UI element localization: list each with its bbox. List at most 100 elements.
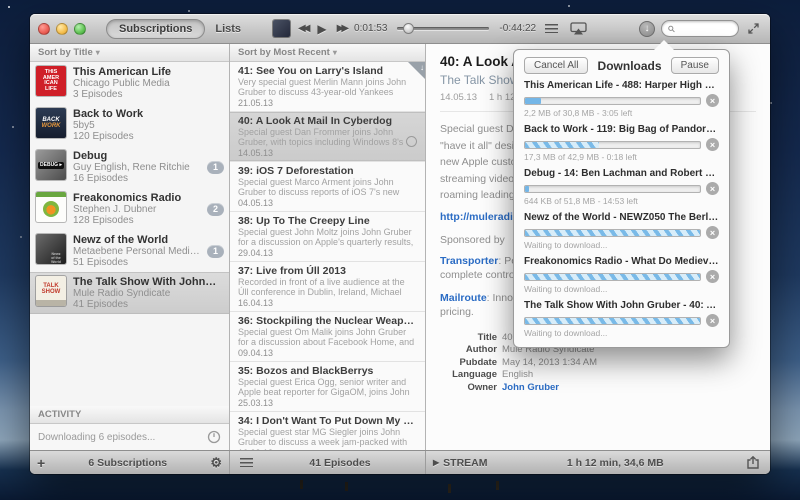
downloads-popover: Cancel All Downloads Pause This American… bbox=[513, 49, 730, 348]
now-playing-artwork bbox=[273, 20, 290, 37]
episode-title: 39: iOS 7 Deforestation bbox=[238, 165, 415, 178]
unplayed-count-badge: 1 bbox=[207, 161, 224, 174]
episode-row[interactable]: 39: iOS 7 Deforestation Special guest Ma… bbox=[230, 162, 425, 212]
sponsor-link[interactable]: Transporter bbox=[440, 255, 498, 267]
podcast-row[interactable]: BACKWORK Back to Work 5by5 120 Episodes bbox=[30, 104, 229, 146]
tab-lists[interactable]: Lists bbox=[205, 20, 251, 38]
fullscreen-button[interactable] bbox=[745, 23, 762, 34]
podcast-title: This American Life bbox=[73, 66, 224, 78]
stream-play-icon: ▶ bbox=[433, 458, 439, 467]
podcast-row[interactable]: Newzof theWorld Newz of the World Metaeb… bbox=[30, 230, 229, 272]
podcast-row[interactable]: THISAMERICANLIFE This American Life Chic… bbox=[30, 62, 229, 104]
podcast-author: 5by5 bbox=[73, 120, 224, 131]
episode-description: Special guest Om Malik joins John Gruber… bbox=[238, 328, 415, 347]
pause-button[interactable]: Pause bbox=[671, 57, 719, 74]
search-field[interactable] bbox=[661, 20, 739, 37]
episode-row[interactable]: 38: Up To The Creepy Line Special guest … bbox=[230, 212, 425, 262]
minimize-window-button[interactable] bbox=[56, 23, 68, 35]
episode-title: 40: A Look At Mail In Cyberdog bbox=[238, 115, 415, 128]
episode-date: 14.05.13 bbox=[238, 148, 415, 159]
downloads-popover-button[interactable]: ↓ bbox=[639, 21, 655, 37]
podcast-row[interactable]: Freakonomics Radio Stephen J. Dubner 128… bbox=[30, 188, 229, 230]
cancel-download-button[interactable]: × bbox=[706, 182, 719, 195]
download-progress-fill bbox=[525, 230, 700, 236]
episode-row[interactable]: 37: Live from Úll 2013 Recorded in front… bbox=[230, 262, 425, 312]
podcast-artwork: BACKWORK bbox=[36, 108, 66, 138]
episode-row[interactable]: 35: Bozos and BlackBerrys Special guest … bbox=[230, 362, 425, 412]
cancel-download-button[interactable]: × bbox=[706, 138, 719, 151]
unplayed-count-badge: 2 bbox=[207, 203, 224, 216]
episode-view-button[interactable] bbox=[237, 458, 256, 467]
sponsor-link[interactable]: Mailroute bbox=[440, 292, 487, 304]
tab-subscriptions[interactable]: Subscriptions bbox=[106, 19, 205, 39]
cancel-download-button[interactable]: × bbox=[706, 270, 719, 283]
episode-title: 38: Up To The Creepy Line bbox=[238, 215, 415, 228]
episode-description: Recorded in front of a live audience at … bbox=[238, 278, 415, 297]
episode-description: Special guest star MG Siegler joins John… bbox=[238, 428, 415, 447]
podcast-row[interactable]: DEBUG ▸ Debug Guy English, Rene Ritchie … bbox=[30, 146, 229, 188]
search-input[interactable] bbox=[678, 23, 732, 34]
episode-row[interactable]: ↓ 41: See You on Larry's Island Very spe… bbox=[230, 62, 425, 112]
wallpaper-stars bbox=[8, 6, 10, 8]
episode-title: 37: Live from Úll 2013 bbox=[238, 265, 415, 278]
stream-button[interactable]: ▶ STREAM bbox=[433, 457, 488, 469]
episode-title: 35: Bozos and BlackBerrys bbox=[238, 365, 415, 378]
metadata-label: Title bbox=[440, 332, 502, 345]
download-progress-fill bbox=[525, 318, 700, 324]
stream-label: STREAM bbox=[443, 457, 487, 469]
cancel-download-button[interactable]: × bbox=[706, 94, 719, 107]
episode-row[interactable]: 40: A Look At Mail In Cyberdog Special g… bbox=[230, 112, 425, 162]
episode-row[interactable]: 34: I Don't Want To Put Down My Drink Sp… bbox=[230, 412, 425, 450]
download-title: Back to Work - 119: Big Bag of Pandora's… bbox=[524, 124, 719, 136]
sidebar-sort-header[interactable]: Sort by Title ▾ bbox=[30, 44, 229, 62]
downloads-list: This American Life - 488: Harper High Sc… bbox=[524, 80, 719, 338]
playlist-button[interactable] bbox=[542, 24, 561, 33]
episode-title: 41: See You on Larry's Island bbox=[238, 65, 415, 78]
airplay-button[interactable] bbox=[567, 22, 590, 35]
episode-date: 16.03.13 bbox=[238, 448, 415, 450]
episodes-sort-header[interactable]: Sort by Most Recent ▾ bbox=[230, 44, 425, 62]
episode-description: Special guest Erica Ogg, senior writer a… bbox=[238, 378, 415, 397]
podcast-author: Guy English, Rene Ritchie bbox=[73, 162, 200, 173]
forward-button[interactable]: ▶▶ bbox=[335, 23, 348, 35]
rewind-button[interactable]: ◀◀ bbox=[296, 23, 309, 35]
episode-description: Special guest John Moltz joins John Grub… bbox=[238, 228, 415, 247]
settings-button[interactable]: ⚙ bbox=[210, 456, 222, 469]
playback-scrubber[interactable] bbox=[397, 27, 489, 30]
episode-date: 25.03.13 bbox=[238, 398, 415, 409]
download-item: The Talk Show With John Gruber - 40: A L… bbox=[524, 300, 719, 338]
add-subscription-button[interactable]: + bbox=[37, 456, 45, 470]
podcast-artwork: Newzof theWorld bbox=[36, 234, 66, 264]
podcast-artwork bbox=[36, 192, 66, 222]
bottom-bar-episodes-section: 41 Episodes bbox=[230, 451, 426, 474]
podcast-episode-count: 3 Episodes bbox=[73, 89, 224, 100]
podcast-episode-count: 120 Episodes bbox=[73, 131, 224, 142]
podcast-artwork-text: DEBUG ▸ bbox=[38, 162, 64, 169]
podcast-title: Debug bbox=[73, 150, 200, 162]
new-episode-flag-icon: ↓ bbox=[408, 62, 425, 79]
podcast-list: THISAMERICANLIFE This American Life Chic… bbox=[30, 62, 229, 314]
play-button[interactable]: ▶ bbox=[315, 23, 328, 35]
podcast-title: Newz of the World bbox=[73, 234, 200, 246]
share-button[interactable] bbox=[743, 456, 763, 469]
scrubber-knob[interactable] bbox=[403, 23, 414, 34]
metadata-value: May 14, 2013 1:34 AM bbox=[502, 357, 597, 370]
zoom-window-button[interactable] bbox=[74, 23, 86, 35]
episode-row[interactable]: 36: Stockpiling the Nuclear Weapons of… … bbox=[230, 312, 425, 362]
activity-row[interactable]: Downloading 6 episodes... bbox=[30, 424, 229, 450]
podcast-title: Back to Work bbox=[73, 108, 224, 120]
wallpaper-birds bbox=[300, 480, 303, 489]
close-window-button[interactable] bbox=[38, 23, 50, 35]
share-icon bbox=[746, 456, 760, 469]
cancel-all-button[interactable]: Cancel All bbox=[524, 57, 588, 74]
cancel-download-button[interactable]: × bbox=[706, 226, 719, 239]
metadata-value[interactable]: John Gruber bbox=[502, 382, 559, 395]
metadata-row: Pubdate May 14, 2013 1:34 AM bbox=[440, 357, 756, 370]
remaining-time: -0:44:22 bbox=[499, 23, 536, 34]
flag-download-arrow: ↓ bbox=[420, 63, 424, 72]
cancel-download-button[interactable]: × bbox=[706, 314, 719, 327]
download-title: Newz of the World - NEWZ050 The Berlusco… bbox=[524, 212, 719, 224]
download-progress-bar bbox=[524, 97, 701, 105]
download-status: 2,2 MB of 30,8 MB - 3:05 left bbox=[524, 108, 719, 118]
podcast-row[interactable]: TALKSHOW The Talk Show With John… Mule R… bbox=[30, 272, 229, 314]
